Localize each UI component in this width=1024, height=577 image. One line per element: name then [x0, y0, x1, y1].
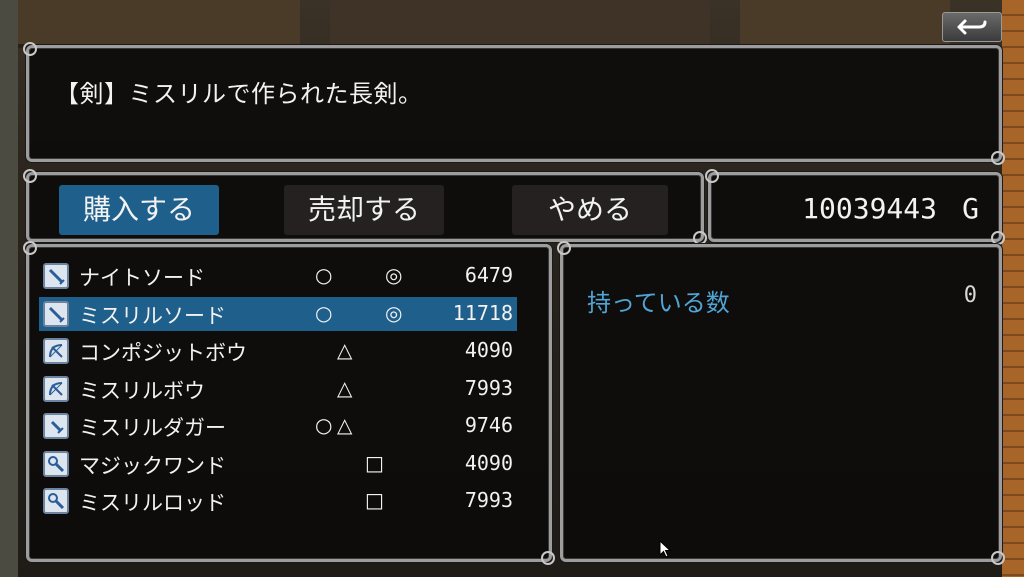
item-price: 9746: [464, 413, 513, 437]
gold-amount: 10039443: [802, 192, 937, 225]
background-wall: [0, 0, 18, 577]
cancel-command[interactable]: やめる: [512, 185, 668, 235]
equip-mark: ○: [315, 263, 333, 287]
owned-count: 0: [963, 283, 977, 308]
item-row[interactable]: マジックワンド □ 4090: [39, 447, 517, 481]
item-name: ミスリルソード: [79, 303, 226, 328]
item-name: ミスリルロッド: [79, 491, 226, 515]
item-price: 7993: [464, 375, 513, 400]
item-row[interactable]: ナイトソード ○ ◎ 6479: [39, 259, 517, 293]
equip-marks: △: [309, 374, 429, 404]
dagger-icon: [43, 413, 69, 439]
buy-command[interactable]: 購入する: [59, 185, 219, 235]
bow-icon: [43, 338, 69, 364]
item-name: マジックワンド: [79, 453, 226, 478]
item-row[interactable]: ミスリルソード ○ ◎ 11718: [39, 296, 517, 331]
gold-unit: G: [962, 192, 979, 225]
item-name: ミスリルボウ: [79, 378, 205, 403]
mouse-cursor-icon: [659, 540, 672, 558]
equip-marks: □: [309, 486, 429, 516]
sell-command[interactable]: 売却する: [284, 185, 444, 235]
equip-marks: □: [309, 449, 429, 479]
equip-marks: ○ ◎: [309, 261, 429, 291]
item-row[interactable]: コンポジットボウ △ 4090: [39, 334, 517, 368]
equip-marks: ○ △: [309, 411, 429, 441]
help-window: 【剣】ミスリルで作られた長剣。: [23, 42, 1005, 165]
equip-marks: △: [309, 336, 429, 366]
equip-marks: ○ ◎: [309, 299, 429, 329]
item-price: 6479: [464, 263, 513, 287]
back-button[interactable]: [942, 12, 1002, 42]
equip-mark: △: [337, 413, 353, 437]
equip-mark: △: [337, 338, 353, 362]
item-name: ナイトソード: [79, 266, 205, 290]
background-shelf: [740, 0, 950, 48]
item-row[interactable]: ミスリルダガー ○ △ 9746: [39, 409, 517, 443]
owned-label: 持っている数: [587, 289, 730, 317]
buy-item-list: ナイトソード ○ ◎ 6479 ミスリルソード ○ ◎ 11718 コンポジットボウ △ 4090 ミ…: [23, 241, 555, 565]
sword-icon: [43, 263, 69, 289]
item-price: 7993: [464, 488, 513, 512]
staff-icon: [43, 488, 69, 514]
equip-mark: △: [337, 375, 353, 400]
equip-mark: □: [365, 450, 384, 475]
item-price: 4090: [464, 450, 513, 475]
item-row[interactable]: ミスリルロッド □ 7993: [39, 484, 517, 518]
equip-mark: ◎: [385, 300, 403, 325]
return-arrow-icon: [957, 19, 987, 35]
equip-mark: ◎: [385, 263, 403, 287]
gold-window: 10039443 G: [705, 169, 1005, 245]
item-price: 11718: [452, 300, 513, 325]
background-wall: [1002, 0, 1024, 577]
shop-command-window: 購入する 売却する やめる: [23, 169, 707, 245]
staff-icon: [43, 450, 69, 477]
item-row[interactable]: ミスリルボウ △ 7993: [39, 372, 517, 406]
item-description: 【剣】ミスリルで作られた長剣。: [55, 80, 423, 108]
status-window: 持っている数 0: [557, 241, 1005, 565]
background-shelf: [330, 0, 710, 48]
equip-mark: □: [365, 488, 384, 512]
item-price: 4090: [464, 338, 513, 362]
background-shelf: [0, 0, 300, 48]
item-name: ミスリルダガー: [79, 416, 226, 440]
bow-icon: [43, 375, 69, 402]
equip-mark: ○: [315, 300, 333, 325]
item-name: コンポジットボウ: [79, 341, 247, 365]
equip-mark: ○: [315, 413, 333, 437]
sword-icon: [43, 300, 69, 327]
